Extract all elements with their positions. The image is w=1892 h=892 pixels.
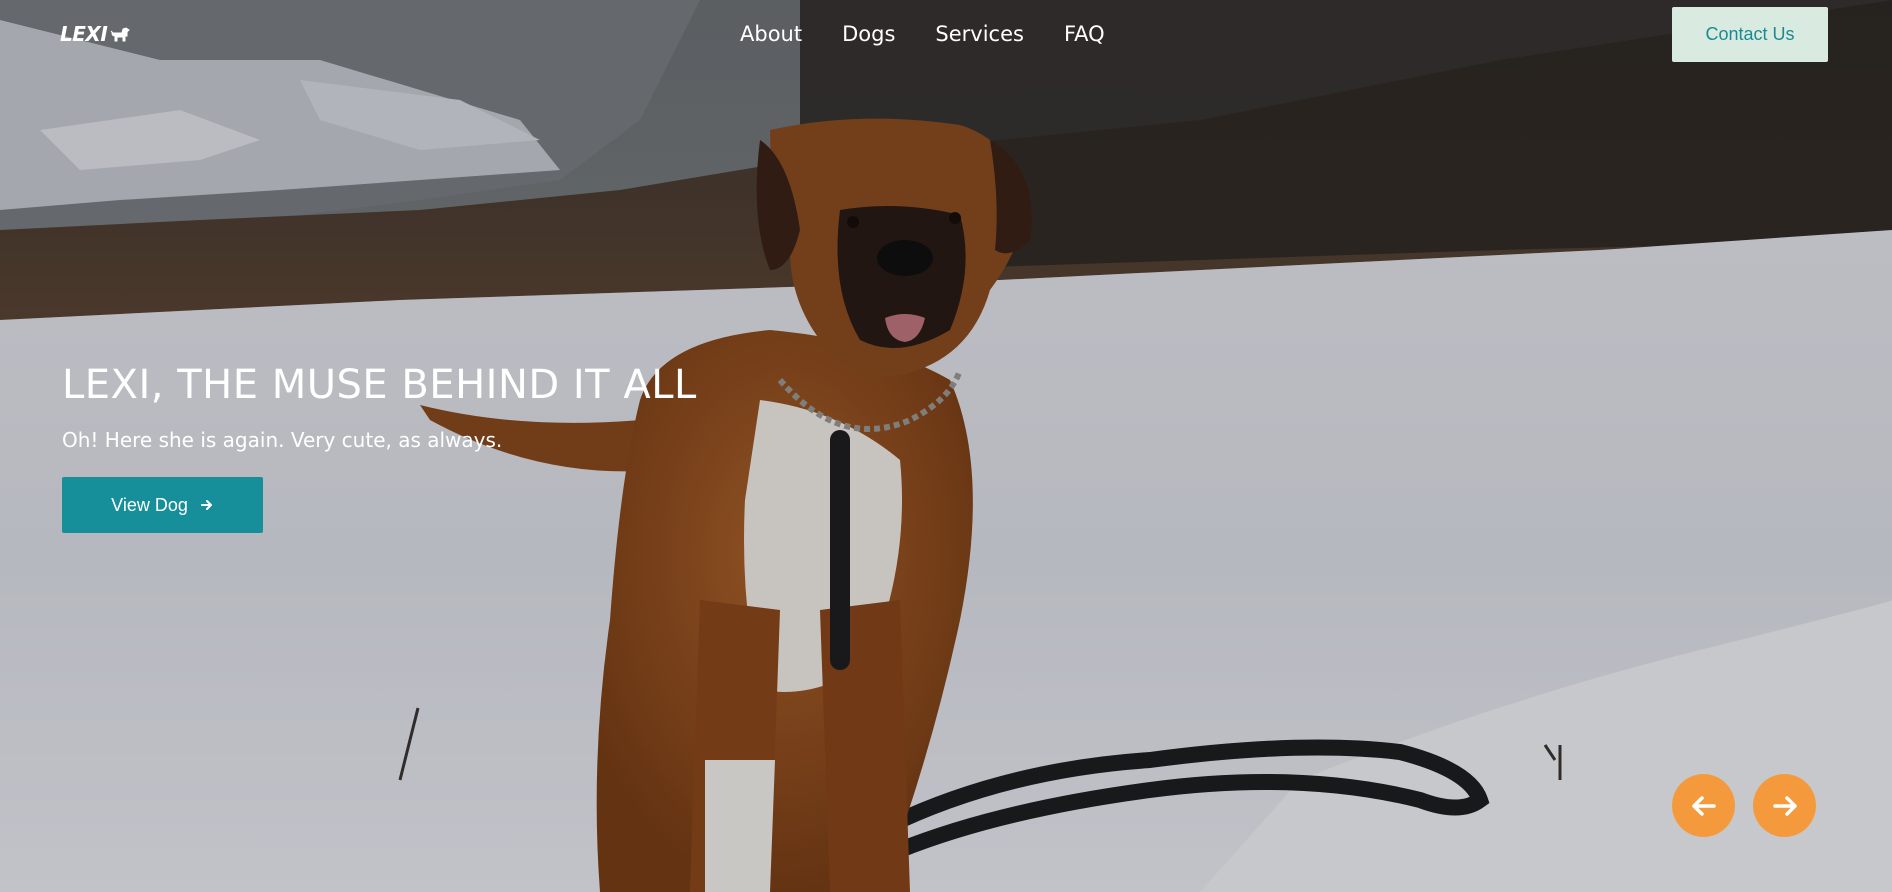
view-dog-button[interactable]: View Dog — [62, 477, 263, 533]
nav-item-services[interactable]: Services — [935, 18, 1024, 50]
contact-us-button[interactable]: Contact Us — [1672, 7, 1828, 62]
hero-subtitle: Oh! Here she is again. Very cute, as alw… — [62, 428, 503, 452]
nav-item-faq[interactable]: FAQ — [1064, 18, 1105, 50]
arrow-right-icon — [1772, 795, 1797, 816]
nav-item-dogs[interactable]: Dogs — [842, 18, 895, 50]
carousel-prev-button[interactable] — [1672, 774, 1735, 837]
hero-section: LEXI About Dogs Services FAQ Contact Us … — [0, 0, 1892, 892]
logo-text: LEXI — [60, 22, 108, 46]
arrow-left-icon — [1691, 795, 1716, 816]
carousel-next-button[interactable] — [1753, 774, 1816, 837]
nav-item-about[interactable]: About — [740, 18, 802, 50]
view-dog-button-label: View Dog — [111, 494, 188, 515]
brand-logo[interactable]: LEXI — [60, 22, 131, 46]
main-nav: About Dogs Services FAQ — [740, 18, 1105, 50]
hero-title: LEXI, THE MUSE BEHIND IT ALL — [62, 362, 697, 408]
arrow-right-icon — [200, 500, 212, 510]
dog-icon — [110, 27, 131, 42]
